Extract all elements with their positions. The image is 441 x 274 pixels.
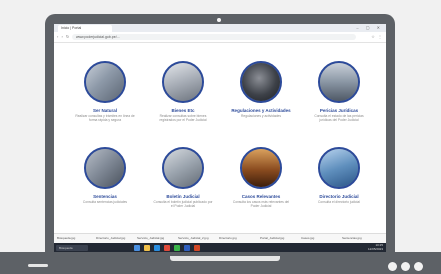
card-title[interactable]: Casos Relevantes (226, 194, 296, 199)
download-item[interactable]: Casos.jpg (301, 236, 335, 241)
laptop-screen: Inicio | Portal – ▢ ✕ ‹ › ↻ www.poderjud… (54, 24, 386, 252)
webcam-icon (217, 18, 221, 22)
card-description: Consulta el estado de las pericias juríd… (314, 114, 364, 122)
taskview-icon[interactable] (134, 244, 140, 251)
card-title[interactable]: Pericias Jurídicas (304, 108, 374, 113)
laptop-lid: Inicio | Portal – ▢ ✕ ‹ › ↻ www.poderjud… (45, 14, 395, 252)
card-description: Realizar consultas sobre bienes registra… (159, 114, 207, 122)
person-portrait-icon (240, 61, 282, 103)
service-card[interactable]: Directorio Judicial Consulta el director… (304, 147, 374, 204)
page-content: Ser Natural Realizar consultas y trámite… (54, 43, 386, 233)
excel-icon[interactable] (174, 244, 180, 251)
courtroom-icon (240, 147, 282, 189)
card-description: Consulta el directorio judicial (318, 200, 360, 204)
downloads-bar: Búsqueda.jpg Directorio_Judicial.jpg Ser… (54, 233, 386, 243)
laptop-notch (170, 256, 280, 261)
taskbar-search-input[interactable]: Búsqueda (56, 244, 88, 251)
url-actions[interactable]: ☆ ⋮ (371, 34, 383, 39)
card-description: Consulta el boletín judicial publicado p… (153, 200, 213, 208)
card-title[interactable]: Regulaciones y Actividades (226, 108, 296, 113)
nav-buttons[interactable]: ‹ › ↻ (57, 34, 70, 39)
address-bar: ‹ › ↻ www.poderjudicial.gob.pe/... ☆ ⋮ (54, 32, 386, 43)
clock-date: 12/05/2023 (367, 246, 383, 251)
service-card[interactable]: Bienes Etc Realizar consultas sobre bien… (148, 61, 218, 122)
justice-logo-icon (318, 147, 360, 189)
people-group-icon (318, 61, 360, 103)
download-item[interactable]: Sentencias.jpg (342, 236, 376, 241)
service-card[interactable]: Regulaciones y Actividades Regulaciones … (226, 61, 296, 118)
browser-tab[interactable]: Inicio | Portal (58, 25, 112, 32)
hands-laptop-icon (162, 147, 204, 189)
download-item[interactable]: Servicio_Judicial.jpg (137, 236, 171, 241)
base-dot (388, 262, 397, 271)
service-card[interactable]: Ser Natural Realizar consultas y trámite… (70, 61, 140, 122)
chrome-browser-icon[interactable] (164, 244, 170, 251)
handshake-icon (84, 147, 126, 189)
service-card[interactable]: Casos Relevantes Consulta los casos más … (226, 147, 296, 208)
card-description: Regulaciones y actividades (241, 114, 281, 118)
card-title[interactable]: Bienes Etc (148, 108, 218, 113)
card-description: Consulta sentencias judiciales (82, 200, 128, 204)
taskbar: Búsqueda 10:25 12/05/2023 (54, 243, 386, 252)
base-dot (414, 262, 423, 271)
card-description: Realizar consultas y trámites en línea d… (75, 114, 135, 122)
download-item[interactable]: Directorio.jpg (219, 236, 253, 241)
download-item[interactable]: Portal_Judicial.jpg (260, 236, 294, 241)
window-controls[interactable]: – ▢ ✕ (356, 25, 383, 30)
taskbar-clock[interactable]: 10:25 12/05/2023 (367, 243, 383, 251)
card-description: Consulta los casos más relevantes del Po… (232, 200, 290, 208)
download-item[interactable]: Servicio_Judicial_2.jpg (178, 236, 212, 241)
hand-document-icon (162, 61, 204, 103)
browser-tab-bar: Inicio | Portal – ▢ ✕ (54, 24, 386, 32)
edge-browser-icon[interactable] (154, 244, 160, 251)
download-item[interactable]: Búsqueda.jpg (57, 236, 91, 241)
card-title[interactable]: Directorio Judicial (304, 194, 374, 199)
file-explorer-icon[interactable] (144, 244, 150, 251)
download-item[interactable]: Directorio_Judicial.jpg (96, 236, 130, 241)
base-dash (28, 264, 48, 267)
service-card[interactable]: Sentencias Consulta sentencias judiciale… (70, 147, 140, 204)
card-title[interactable]: Boletín Judicial (148, 194, 218, 199)
base-dot (401, 262, 410, 271)
url-input[interactable]: www.poderjudicial.gob.pe/... (72, 34, 356, 40)
card-title[interactable]: Ser Natural (70, 108, 140, 113)
service-card[interactable]: Pericias Jurídicas Consulta el estado de… (304, 61, 374, 122)
powerpoint-icon[interactable] (194, 244, 200, 251)
office-building-icon (84, 61, 126, 103)
word-icon[interactable] (184, 244, 190, 251)
service-card[interactable]: Boletín Judicial Consulta el boletín jud… (148, 147, 218, 208)
card-title[interactable]: Sentencias (70, 194, 140, 199)
